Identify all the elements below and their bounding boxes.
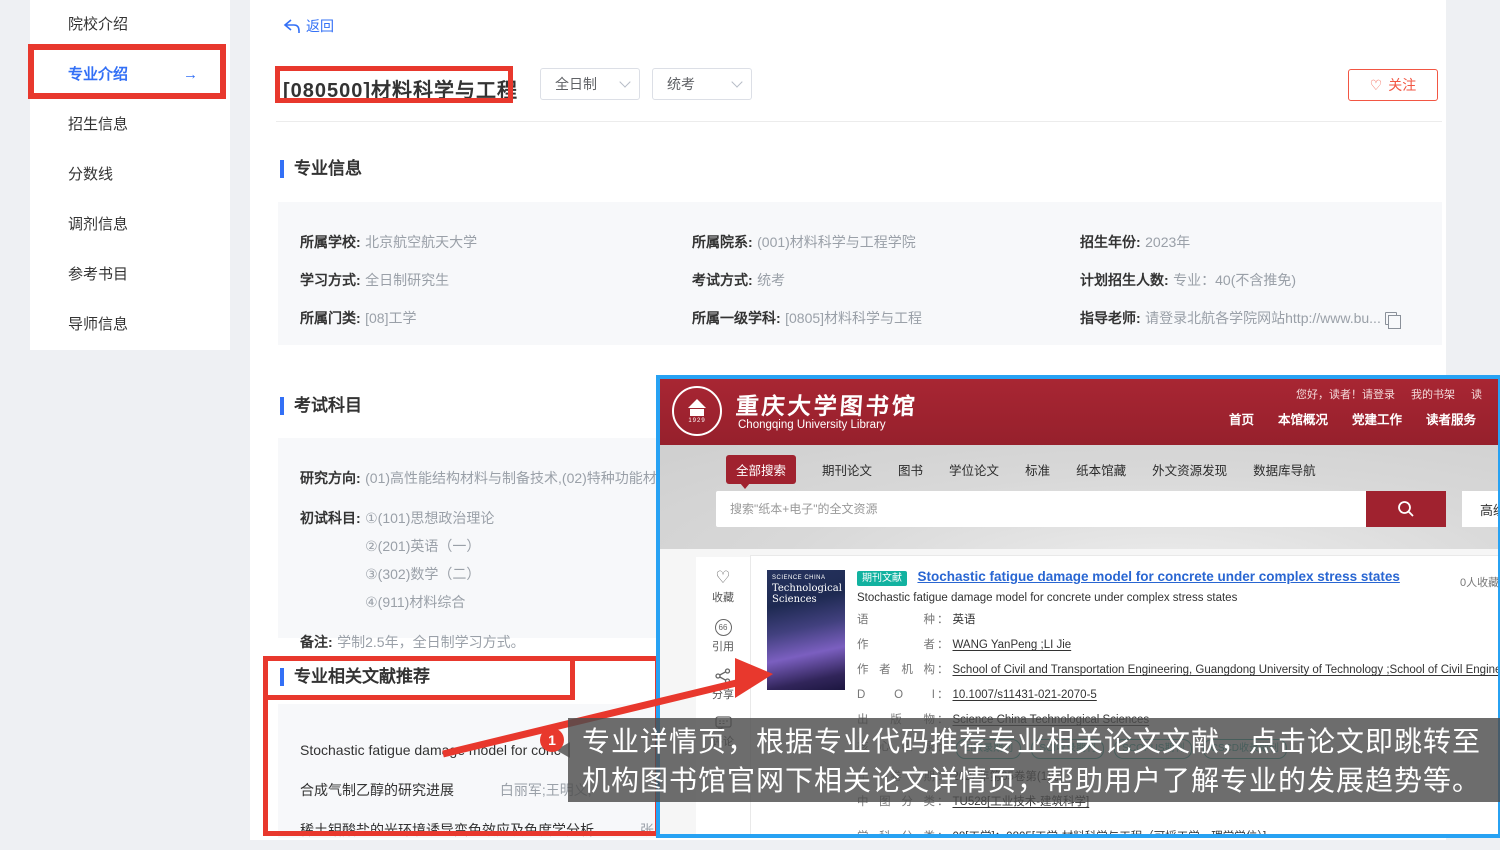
- subject-line: ①(101)思想政治理论: [365, 504, 494, 532]
- bookshelf-link[interactable]: 我的书架: [1411, 386, 1455, 402]
- tab-books[interactable]: 图书: [898, 460, 923, 479]
- exam-select-value: 统考: [667, 74, 695, 94]
- mode-select[interactable]: 全日制: [540, 68, 640, 100]
- library-header: 1929 重庆大学图书馆 Chongqing University Librar…: [660, 379, 1498, 445]
- follow-label: 关注: [1388, 75, 1416, 95]
- cover-title: Technological Sciences: [772, 583, 840, 605]
- subject-line: ④(911)材料综合: [365, 588, 494, 616]
- nav-home[interactable]: 首页: [1229, 409, 1254, 428]
- nav-reader-service[interactable]: 读者服务: [1426, 409, 1476, 428]
- tab-all-search[interactable]: 全部搜索: [726, 455, 796, 484]
- chevron-down-icon: [619, 76, 630, 87]
- advanced-search-button[interactable]: 高级检索: [1462, 491, 1500, 527]
- field-department: 所属院系: (001)材料科学与工程学院: [692, 232, 1080, 252]
- sidebar-item-school-intro[interactable]: 院校介绍: [30, 0, 230, 50]
- library-main-nav: 首页 本馆概况 党建工作 读者服务: [1229, 409, 1476, 428]
- tab-database-nav[interactable]: 数据库导航: [1253, 460, 1316, 479]
- sidebar-item-mentor-info[interactable]: 导师信息: [30, 300, 230, 350]
- nav-overview[interactable]: 本馆概况: [1278, 409, 1328, 428]
- major-info-panel: 所属学校: 北京航空航天大学 所属院系: (001)材料科学与工程学院 招生年份…: [278, 202, 1442, 345]
- meta-affiliation: 作 者 机 构：School of Civil and Transportati…: [857, 664, 1500, 677]
- exam-select[interactable]: 统考: [652, 68, 752, 100]
- library-utility-nav: 您好，读者！请登录 我的书架 读: [1296, 386, 1482, 402]
- back-arrow-icon: [283, 19, 300, 34]
- search-icon: [1396, 499, 1416, 519]
- tab-thesis[interactable]: 学位论文: [949, 460, 999, 479]
- tab-foreign-discovery[interactable]: 外文资源发现: [1152, 460, 1227, 479]
- annotation-line1: 专业详情页，根据专业代码推荐专业相关论文文献，点击论文即跳转至: [582, 722, 1500, 761]
- library-search-zone: 全部搜索 期刊论文 图书 学位论文 标准 纸本馆藏 外文资源发现 数据库导航 高…: [660, 445, 1498, 549]
- heart-icon: ♡: [715, 569, 730, 587]
- favorite-action[interactable]: ♡ 收藏: [712, 569, 734, 605]
- field-school: 所属学校: 北京航空航天大学: [300, 232, 692, 252]
- follow-button[interactable]: ♡ 关注: [1348, 69, 1438, 101]
- quote-icon: 66: [715, 619, 732, 636]
- library-search-tabs: 全部搜索 期刊论文 图书 学位论文 标准 纸本馆藏 外文资源发现 数据库导航: [726, 455, 1316, 484]
- annotation-line2: 机构图书馆官网下相关论文详情页，帮助用户了解专业的发展趋势等。: [582, 761, 1500, 800]
- cover-publisher: SCIENCE CHINA: [772, 575, 840, 581]
- mode-select-value: 全日制: [555, 74, 597, 94]
- library-name: 重庆大学图书馆: [735, 387, 919, 421]
- affiliation-link[interactable]: School of Civil and Transportation Engin…: [953, 664, 1500, 676]
- favorites-count: 0人收藏: [1460, 574, 1499, 590]
- article-title-link[interactable]: Stochastic fatigue damage model for conc…: [917, 569, 1399, 584]
- favorite-label: 收藏: [712, 589, 734, 605]
- field-category: 所属门类: [08]工学: [300, 308, 692, 328]
- annotation-box-sidebar: [28, 44, 226, 99]
- section-title-exam-subjects: 考试科目: [280, 397, 362, 415]
- library-search-button[interactable]: [1366, 491, 1446, 527]
- section-title-major-info: 专业信息: [280, 160, 362, 178]
- article-subtitle: Stochastic fatigue damage model for conc…: [857, 592, 1237, 604]
- tab-standard[interactable]: 标准: [1025, 460, 1050, 479]
- subject-line: ②(201)英语（一）: [365, 532, 494, 560]
- heart-icon: ♡: [1370, 77, 1383, 94]
- field-exam-mode: 考试方式: 统考: [692, 270, 1080, 290]
- annotation-bar: 专业详情页，根据专业代码推荐专业相关论文文献，点击论文即跳转至 机构图书馆官网下…: [568, 718, 1500, 802]
- field-enrollment: 计划招生人数: 专业：40(不含推免): [1080, 270, 1424, 290]
- sidebar-item-transfer-info[interactable]: 调剂信息: [30, 200, 230, 250]
- back-button[interactable]: 返回: [283, 16, 334, 36]
- cite-action[interactable]: 66 引用: [712, 619, 734, 654]
- sidebar-item-admission-info[interactable]: 招生信息: [30, 100, 230, 150]
- meta-language: 语 种：英语: [857, 614, 1500, 627]
- meta-authors: 作 者：WANG YanPeng ;LI Jie: [857, 639, 1500, 652]
- field-mentor: 指导老师: 请登录北航各学院网站http://www.bu...: [1080, 308, 1424, 328]
- meta-doi: D O I：10.1007/s11431-021-2070-5: [857, 689, 1500, 702]
- meta-discipline: 学 科 分 类：08[工学]；0805[工学-材料科学与工程（可授工学、理学学位…: [857, 831, 1500, 838]
- nav-party[interactable]: 党建工作: [1352, 409, 1402, 428]
- annotation-box-title: [275, 66, 513, 103]
- login-link[interactable]: 您好，读者！请登录: [1296, 386, 1395, 402]
- field-discipline: 所属一级学科: [0805]材料科学与工程: [692, 308, 1080, 328]
- reader-link[interactable]: 读: [1471, 386, 1482, 402]
- library-logo: 1929: [672, 386, 722, 436]
- tab-paper-collection[interactable]: 纸本馆藏: [1076, 460, 1126, 479]
- doi-link[interactable]: 10.1007/s11431-021-2070-5: [953, 689, 1097, 701]
- divider: [276, 121, 1442, 122]
- author-link[interactable]: WANG YanPeng ;LI Jie: [953, 639, 1072, 651]
- subject-line: ③(302)数学（二）: [365, 560, 494, 588]
- back-label: 返回: [306, 16, 334, 36]
- article-title-row: 期刊文献 Stochastic fatigue damage model for…: [857, 568, 1400, 586]
- field-study-mode: 学习方式: 全日制研究生: [300, 270, 692, 290]
- sidebar-item-reference-books[interactable]: 参考书目: [30, 250, 230, 300]
- tab-journal[interactable]: 期刊论文: [822, 460, 872, 479]
- library-name-en: Chongqing University Library: [738, 419, 886, 431]
- step-1-badge: 1: [540, 728, 564, 752]
- copy-icon[interactable]: [1385, 312, 1397, 325]
- sidebar-item-score-line[interactable]: 分数线: [30, 150, 230, 200]
- library-search-input[interactable]: [716, 491, 1366, 527]
- field-year: 招生年份: 2023年: [1080, 232, 1424, 252]
- chevron-down-icon: [731, 76, 742, 87]
- journal-article-badge: 期刊文献: [857, 571, 907, 586]
